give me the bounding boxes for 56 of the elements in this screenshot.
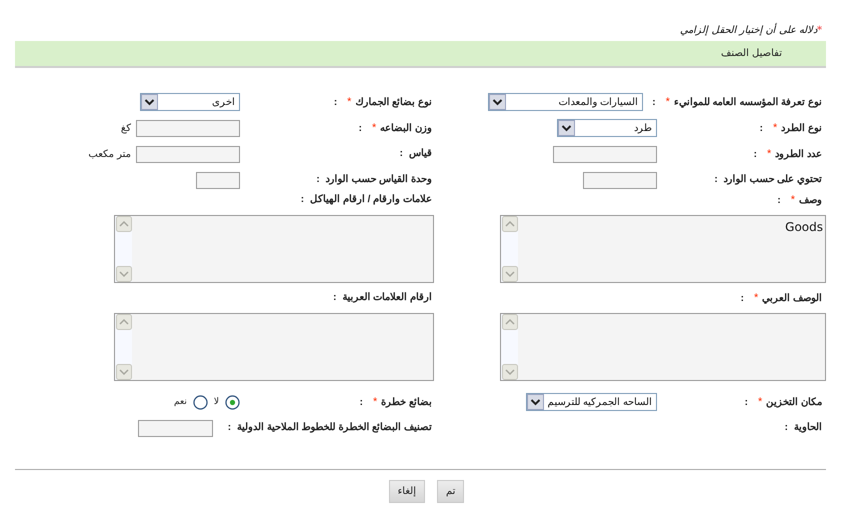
text-area[interactable] (114, 215, 434, 283)
chevron-icon[interactable] (527, 394, 544, 410)
text-area[interactable] (114, 313, 434, 381)
radio-label: لا (214, 397, 219, 407)
dropdown[interactable]: الساحه الجمركيه للترسيم (526, 393, 657, 411)
input-field[interactable] (138, 420, 213, 436)
scroll-down-icon[interactable] (116, 266, 132, 282)
field-label: وزن البضاعه * : (358, 120, 432, 136)
scrollbar[interactable] (115, 216, 132, 282)
radio-button[interactable] (192, 394, 208, 410)
input-field[interactable] (553, 146, 657, 162)
unit-label: متر مكعب (88, 148, 131, 160)
field-label: نوع الطرد * : (758, 120, 822, 136)
field-label: تصنيف البضائع الخطرة للخطوط الملاحية الدولية : (228, 421, 432, 435)
scroll-up-icon[interactable] (116, 314, 132, 330)
field-label: علامات وارقام / ارقام الهياكل : (300, 193, 432, 207)
chevron-icon[interactable] (558, 120, 575, 136)
radio-label: نعم (174, 397, 187, 407)
text-area[interactable] (500, 313, 826, 381)
dropdown[interactable]: السيارات والمعدات (488, 93, 644, 111)
field-label: تحتوي على حسب الوارد : (713, 173, 822, 187)
dropdown[interactable]: طرد (557, 119, 657, 137)
form-button[interactable]: إلغاء (388, 480, 425, 503)
form-button[interactable]: تم (436, 480, 464, 503)
field-label: ارقام العلامات العربية : (332, 291, 432, 305)
field-label: نوع بضائع الجمارك * : (332, 94, 432, 110)
text-area[interactable]: Goods (500, 215, 826, 283)
scrollbar[interactable] (501, 216, 518, 282)
scroll-down-icon[interactable] (502, 364, 518, 380)
input-field[interactable] (136, 146, 240, 162)
input-field[interactable] (196, 172, 240, 188)
chevron-icon[interactable] (489, 94, 506, 110)
scroll-up-icon[interactable] (502, 216, 518, 232)
dropdown[interactable]: اخرى (140, 93, 240, 111)
scroll-up-icon[interactable] (116, 216, 132, 232)
input-field[interactable] (136, 120, 240, 136)
field-label: الوصف العربي * : (740, 291, 822, 305)
scroll-down-icon[interactable] (116, 364, 132, 380)
field-label: وحدة القياس حسب الوارد : (315, 173, 432, 187)
field-label: بضائع خطرة * : (358, 394, 432, 410)
scrollbar[interactable] (115, 314, 132, 380)
scrollbar[interactable] (501, 314, 518, 380)
chevron-icon[interactable] (141, 94, 158, 110)
field-label: قياس : (398, 147, 432, 161)
scroll-up-icon[interactable] (502, 314, 518, 330)
section-header: تفاصيل الصنف (15, 41, 826, 68)
radio-button[interactable] (225, 394, 240, 410)
scroll-down-icon[interactable] (502, 266, 518, 282)
field-label: وصف * : (776, 193, 822, 207)
input-field[interactable] (583, 172, 657, 188)
field-label: نوع تعرفة المؤسسه العامه للموانيء * : (652, 94, 822, 110)
required-note: * دلاله على أن إختيار الحقل إلزامي (679, 24, 823, 38)
field-label: عدد الطرود * : (752, 146, 822, 162)
unit-label: كغ (120, 122, 131, 134)
field-label: الحاوية : (784, 421, 822, 435)
field-label: مكان التخزين * : (744, 394, 822, 410)
